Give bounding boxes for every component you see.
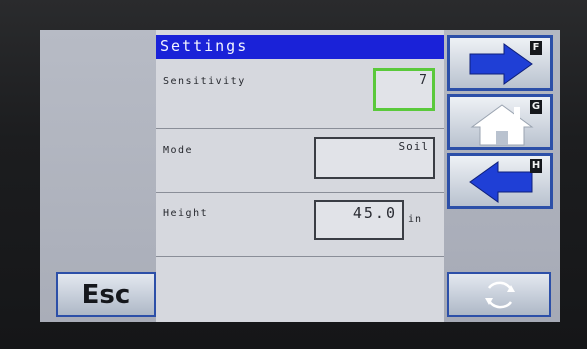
key-letter-g: G bbox=[530, 100, 542, 114]
setting-row-mode[interactable]: Mode Soil bbox=[156, 129, 444, 193]
sensitivity-value-field[interactable]: 7 bbox=[373, 68, 435, 111]
home-button[interactable]: G bbox=[447, 94, 553, 150]
refresh-button[interactable] bbox=[447, 272, 551, 317]
height-value-field[interactable]: 45.0 bbox=[314, 200, 404, 240]
key-letter-h: H bbox=[530, 159, 542, 173]
mode-value-field[interactable]: Soil bbox=[314, 137, 435, 179]
sensitivity-label: Sensitivity bbox=[163, 76, 246, 87]
display-screen: Esc Settings Sensitivity 7 Mode Soil Hei… bbox=[40, 30, 560, 322]
refresh-icon bbox=[485, 281, 515, 309]
back-button[interactable]: H bbox=[447, 153, 553, 209]
next-button[interactable]: F bbox=[447, 35, 553, 91]
height-label: Height bbox=[163, 208, 209, 219]
key-letter-f: F bbox=[530, 41, 542, 55]
height-unit: in bbox=[408, 214, 423, 225]
left-column: Esc bbox=[40, 30, 156, 322]
setting-row-height[interactable]: Height 45.0 in bbox=[156, 193, 444, 257]
right-column: F G H bbox=[444, 30, 560, 322]
setting-row-sensitivity[interactable]: Sensitivity 7 bbox=[156, 59, 444, 129]
esc-button[interactable]: Esc bbox=[56, 272, 156, 317]
settings-panel: Settings Sensitivity 7 Mode Soil Height … bbox=[156, 30, 444, 322]
mode-label: Mode bbox=[163, 145, 194, 156]
page-title: Settings bbox=[156, 35, 444, 59]
